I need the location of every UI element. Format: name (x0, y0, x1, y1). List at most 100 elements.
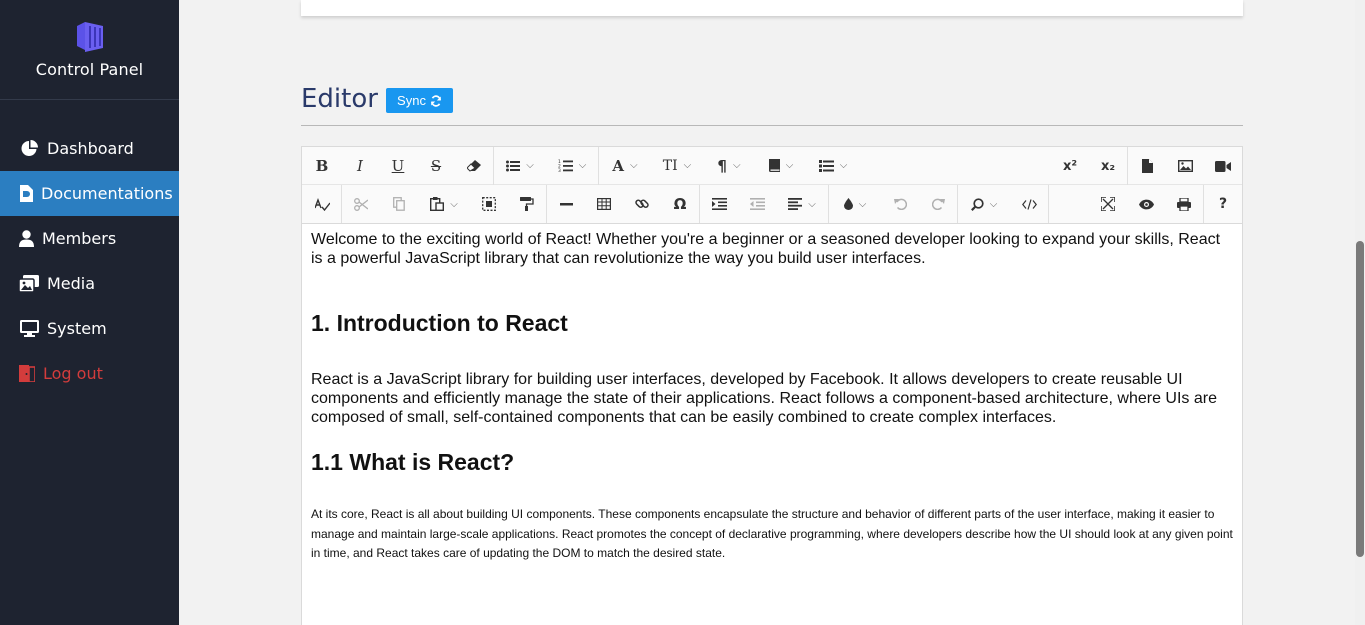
sidebar-item-label: System (47, 319, 107, 338)
image-icon (1177, 160, 1193, 172)
italic-button[interactable]: I (341, 151, 379, 181)
monitor-icon (19, 320, 39, 338)
sidebar-item-logout[interactable]: Log out (0, 351, 179, 396)
document-icon (1141, 159, 1153, 173)
sidebar-item-media[interactable]: Media (0, 261, 179, 306)
indent-icon (711, 198, 727, 210)
chevron-down-icon: ⌵ (785, 160, 794, 171)
scissors-icon (354, 197, 368, 211)
block-style-button[interactable]: ⌵ (755, 151, 807, 181)
paragraph-button[interactable]: ¶ ⌵ (703, 151, 755, 181)
paragraph-icon: ¶ (717, 156, 727, 175)
chevron-down-icon: ⌵ (526, 160, 534, 171)
toolbar-right-group: ? (1089, 185, 1242, 223)
cut-button[interactable] (342, 189, 380, 219)
video-camera-icon (1215, 160, 1231, 172)
chevron-down-icon: ⌵ (732, 160, 741, 171)
clipboard-icon (430, 197, 445, 211)
images-icon (19, 275, 39, 293)
user-icon (19, 230, 34, 248)
link-icon (635, 199, 649, 208)
outdent-button[interactable] (738, 189, 776, 219)
strikethrough-button[interactable]: S (417, 151, 455, 181)
editor-toolbar: B I U S ⌵ 123 ⌵ A ⌵ TI ⌵ ¶ ⌵ ⌵ ⌵ x² x₂ ⌵… (302, 146, 1242, 224)
new-document-button[interactable] (1128, 151, 1166, 181)
highlight-color-button[interactable]: ⌵ (829, 189, 881, 219)
insert-table-button[interactable] (585, 189, 623, 219)
undo-icon (893, 198, 907, 210)
book-icon (768, 159, 780, 172)
file-icon (19, 185, 33, 203)
content-card-top (301, 0, 1243, 16)
sidebar: Control Panel Dashboard Documentations M… (0, 0, 179, 625)
superscript-button[interactable]: x² (1051, 151, 1089, 181)
underline-button[interactable]: U (379, 151, 417, 181)
sidebar-item-documentations[interactable]: Documentations (0, 171, 179, 216)
chevron-down-icon: ⌵ (630, 160, 638, 171)
table-icon (597, 198, 611, 210)
bullet-list-icon (506, 160, 521, 171)
sidebar-item-dashboard[interactable]: Dashboard (0, 126, 179, 171)
horizontal-rule-icon (559, 202, 573, 205)
select-all-button[interactable] (470, 189, 508, 219)
eye-icon (1138, 199, 1154, 209)
chevron-down-icon: ⌵ (450, 198, 458, 210)
redo-icon (931, 198, 945, 210)
bold-button[interactable]: B (303, 151, 341, 181)
editor-content[interactable]: Welcome to the exciting world of React! … (302, 224, 1242, 570)
code-view-button[interactable] (1010, 189, 1048, 219)
page-scrollbar[interactable] (1355, 0, 1365, 625)
paint-roller-icon (520, 197, 534, 211)
align-button[interactable]: ⌵ (776, 189, 828, 219)
font-size-icon: TI (662, 157, 678, 174)
special-char-button[interactable]: Ω (661, 189, 699, 219)
door-icon (19, 365, 35, 383)
sidebar-item-label: Media (47, 274, 96, 293)
scrollbar-thumb[interactable] (1356, 241, 1364, 557)
font-color-button[interactable]: A ⌵ (599, 151, 651, 181)
sidebar-item-label: Documentations (41, 184, 173, 203)
redo-button[interactable] (919, 189, 957, 219)
subscript-button[interactable]: x₂ (1089, 151, 1127, 181)
brand[interactable]: Control Panel (0, 0, 179, 100)
sync-button[interactable]: Sync (386, 88, 453, 113)
preview-button[interactable] (1127, 189, 1165, 219)
copy-button[interactable] (380, 189, 418, 219)
sidebar-item-members[interactable]: Members (0, 216, 179, 261)
undo-button[interactable] (881, 189, 919, 219)
font-size-button[interactable]: TI ⌵ (651, 151, 703, 181)
printer-icon (1177, 197, 1191, 211)
sidebar-item-label: Log out (43, 364, 103, 383)
find-replace-button[interactable]: ⌵ (958, 189, 1010, 219)
intro-paragraph: Welcome to the exciting world of React! … (311, 231, 1221, 267)
header-divider (301, 125, 1243, 126)
sidebar-item-label: Dashboard (47, 139, 134, 158)
toolbar-row-1: B I U S ⌵ 123 ⌵ A ⌵ TI ⌵ ¶ ⌵ ⌵ ⌵ x² x₂ (302, 146, 1242, 185)
help-button[interactable]: ? (1204, 189, 1242, 219)
insert-image-button[interactable] (1166, 151, 1204, 181)
paragraph-core: At its core, React is all about building… (311, 507, 1233, 560)
toolbar-right-group: x² x₂ (1051, 147, 1242, 185)
indent-button[interactable] (700, 189, 738, 219)
chevron-down-icon: ⌵ (578, 160, 587, 171)
eraser-icon[interactable] (455, 151, 493, 181)
chevron-down-icon: ⌵ (839, 160, 848, 171)
expand-icon (1101, 197, 1115, 211)
insert-video-button[interactable] (1204, 151, 1242, 181)
pie-chart-icon (19, 140, 39, 158)
chevron-down-icon: ⌵ (683, 160, 692, 171)
paste-button[interactable]: ⌵ (418, 189, 470, 219)
insert-link-button[interactable] (623, 189, 661, 219)
heading-what-is-react: 1.1 What is React? (311, 449, 515, 475)
print-button[interactable] (1165, 189, 1203, 219)
horizontal-rule-button[interactable] (547, 189, 585, 219)
droplet-icon (843, 198, 853, 210)
sidebar-item-system[interactable]: System (0, 306, 179, 351)
fullscreen-button[interactable] (1089, 189, 1127, 219)
bullet-list-button[interactable]: ⌵ (494, 151, 546, 181)
numbered-list-button[interactable]: 123 ⌵ (546, 151, 598, 181)
sync-icon (431, 94, 441, 107)
spellcheck-button[interactable] (303, 189, 341, 219)
line-height-button[interactable]: ⌵ (807, 151, 859, 181)
format-painter-button[interactable] (508, 189, 546, 219)
